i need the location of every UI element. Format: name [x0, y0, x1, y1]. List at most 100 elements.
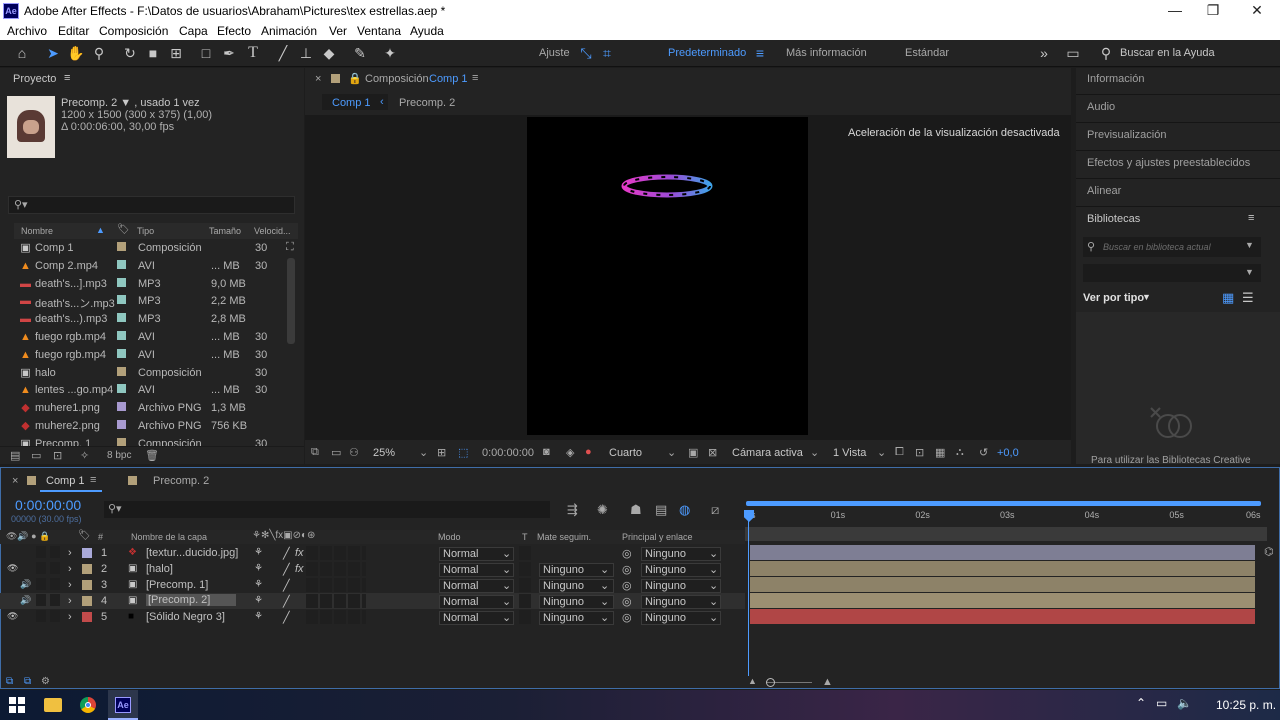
library-search-input[interactable]: ⚲ Buscar en biblioteca actual ▼	[1083, 237, 1261, 257]
workspace-estandar[interactable]: Estándar	[905, 47, 949, 59]
shy-switch-icon[interactable]: ⚘	[254, 611, 263, 622]
camera-dropdown-icon[interactable]: ⌄	[810, 446, 819, 459]
workspace-menu-icon[interactable]: ≡	[751, 44, 769, 62]
3d-renderer-icon[interactable]: ⊡	[915, 446, 924, 459]
snapshot-icon[interactable]: ◙	[543, 446, 550, 458]
timeline-tab-menu-icon[interactable]: ≡	[90, 474, 96, 486]
parent-dropdown-icon[interactable]: ⌄	[709, 579, 718, 592]
bit-depth-label[interactable]: 8 bpc	[107, 450, 131, 461]
taskbar-clock[interactable]: 10:25 p. m.	[1216, 698, 1276, 712]
view-layout-select[interactable]: 1 Vista	[833, 447, 866, 459]
camera-select[interactable]: Cámara activa	[732, 447, 803, 459]
quality-switch-icon[interactable]: ╱	[283, 547, 290, 560]
menu-animacion[interactable]: Animación	[261, 24, 317, 38]
project-item[interactable]: ◆ muhere2.png Archivo PNG 756 KB	[14, 417, 284, 435]
project-item[interactable]: ▲ lentes ...go.mp4 AVI ... MB 30	[14, 381, 284, 399]
label-color-swatch[interactable]	[82, 596, 92, 606]
work-area-bar[interactable]	[746, 501, 1261, 506]
project-item[interactable]: ◆ muhere1.png Archivo PNG 1,3 MB	[14, 399, 284, 417]
library-select-dropdown-icon[interactable]: ▼	[1245, 267, 1254, 277]
label-column-icon[interactable]: 🏷	[117, 224, 130, 235]
menu-ver[interactable]: Ver	[329, 24, 347, 38]
label-color-swatch[interactable]	[82, 564, 92, 574]
layer-duration-bar[interactable]	[750, 561, 1255, 576]
vr-icon[interactable]: ⚇	[349, 446, 359, 459]
lock-icon[interactable]: 🔒	[348, 72, 362, 85]
composition-canvas[interactable]	[527, 117, 808, 435]
project-item[interactable]: ▲ Comp 2.mp4 AVI ... MB 30	[14, 257, 284, 275]
new-folder-icon[interactable]: ▭	[31, 449, 41, 462]
expand-chevron-icon[interactable]: ›	[68, 563, 72, 575]
list-view-icon[interactable]: ☰	[1242, 290, 1254, 306]
pen-tool-icon[interactable]: ✒	[220, 44, 238, 62]
pick-whip-icon[interactable]: ◎	[622, 611, 632, 624]
snap-features-icon[interactable]: ⌗	[598, 44, 616, 62]
pick-whip-icon[interactable]: ◎	[622, 563, 632, 576]
expand-chevron-icon[interactable]: ›	[68, 611, 72, 623]
column-type[interactable]: Tipo	[137, 226, 154, 236]
label-color-swatch[interactable]	[117, 420, 126, 429]
view-dropdown-icon[interactable]: ⌄	[877, 446, 886, 459]
selection-tool-icon[interactable]: ➤	[44, 44, 62, 62]
zoom-select[interactable]: 25%	[373, 447, 395, 459]
visibility-eye-icon[interactable]: 👁	[7, 563, 18, 574]
project-scrollbar[interactable]	[287, 258, 295, 344]
label-color-swatch[interactable]	[117, 402, 126, 412]
library-search-dropdown-icon[interactable]: ▼	[1245, 240, 1254, 250]
project-item[interactable]: ▲ fuego rgb.mp4 AVI ... MB 30	[14, 328, 284, 346]
expand-chevron-icon[interactable]: ›	[68, 547, 72, 559]
delete-icon[interactable]: 🗑	[145, 449, 159, 462]
help-search-input[interactable]: Buscar en la Ayuda	[1120, 47, 1215, 59]
hand-tool-icon[interactable]: ✋	[67, 44, 85, 62]
home-icon[interactable]: ⌂	[13, 44, 31, 62]
label-color-swatch[interactable]	[117, 348, 126, 358]
timeline-close-icon[interactable]: ×	[12, 475, 18, 487]
more-workspaces-icon[interactable]: »	[1035, 44, 1053, 62]
minimize-icon[interactable]: —	[1160, 2, 1190, 18]
lock-toggle[interactable]	[50, 594, 60, 606]
volume-icon[interactable]: 🔈	[1177, 696, 1192, 710]
panel-alinear[interactable]: Alinear	[1087, 185, 1121, 197]
project-item[interactable]: ▬ death's...].mp3 MP3 9,0 MB	[14, 275, 284, 293]
solo-toggle[interactable]	[36, 594, 46, 606]
track-matte-dropdown-icon[interactable]: ⌄	[600, 611, 609, 624]
column-size[interactable]: Tamaño	[209, 226, 241, 236]
panel-audio[interactable]: Audio	[1087, 101, 1115, 113]
view-by-type-select[interactable]: Ver por tipo	[1083, 292, 1144, 304]
label-color-swatch[interactable]	[117, 295, 126, 305]
sync-settings-icon[interactable]: ▭	[1064, 44, 1082, 62]
reset-exposure-icon[interactable]: ↺	[979, 446, 988, 459]
project-item[interactable]: ▬ death's...).mp3 MP3 2,8 MB	[14, 310, 284, 328]
fast-preview-icon[interactable]: ▣	[688, 446, 698, 459]
layer-row[interactable]: 🔊 › 4 ▣ [Precomp. 2] ⚘ ╱ Normal ⌄ Ninguno ⌄ ◎ Ningun…	[0, 593, 745, 609]
preserve-transparency-toggle[interactable]	[519, 594, 531, 608]
shy-switch-icon[interactable]: ⚘	[254, 547, 263, 558]
fit-icon[interactable]: ⊞	[437, 446, 446, 459]
viewer-timecode[interactable]: 0:00:00:00	[482, 447, 534, 459]
maximize-icon[interactable]: ❐	[1198, 2, 1228, 19]
column-track-matte[interactable]: Mate seguim.	[537, 532, 591, 542]
solo-toggle[interactable]	[36, 578, 46, 590]
visibility-eye-icon[interactable]: 👁	[7, 611, 18, 622]
blend-mode-dropdown-icon[interactable]: ⌄	[502, 563, 511, 576]
rectangle-tool-icon[interactable]: □	[197, 44, 215, 62]
layer-name[interactable]: [textur...ducido.jpg]	[146, 547, 238, 559]
track-matte-dropdown-icon[interactable]: ⌄	[600, 595, 609, 608]
taskbar-after-effects-active[interactable]: Ae	[108, 690, 138, 720]
layer-row[interactable]: 👁 › 5 ■ [Sólido Negro 3] ⚘ ╱ Normal ⌄ Ninguno ⌄ ◎ Ni…	[0, 609, 745, 625]
workspace-mas-informacion[interactable]: Más información	[786, 47, 867, 59]
layer-search-input[interactable]: ⚲▾	[104, 501, 550, 518]
comp-mini-flowchart-icon[interactable]: ⇶	[567, 502, 578, 518]
layer-name[interactable]: [Precomp. 1]	[146, 579, 208, 591]
menu-composicion[interactable]: Composición	[99, 24, 168, 38]
roto-brush-tool-icon[interactable]: ✎	[351, 44, 369, 62]
flowchart-view-icon[interactable]: ⛬	[956, 446, 964, 459]
project-panel-title[interactable]: Proyecto	[13, 73, 56, 85]
chrome-icon[interactable]	[80, 697, 96, 713]
shy-layers-icon[interactable]: ☗	[630, 502, 642, 518]
project-item[interactable]: ▬ death's...ン.mp3 MP3 2,2 MB	[14, 292, 284, 310]
label-color-swatch[interactable]	[82, 548, 92, 558]
zoom-in-icon[interactable]: ▲	[822, 676, 833, 688]
zoom-tool-icon[interactable]: ⚲	[90, 44, 108, 62]
column-mode[interactable]: Modo	[438, 532, 461, 542]
